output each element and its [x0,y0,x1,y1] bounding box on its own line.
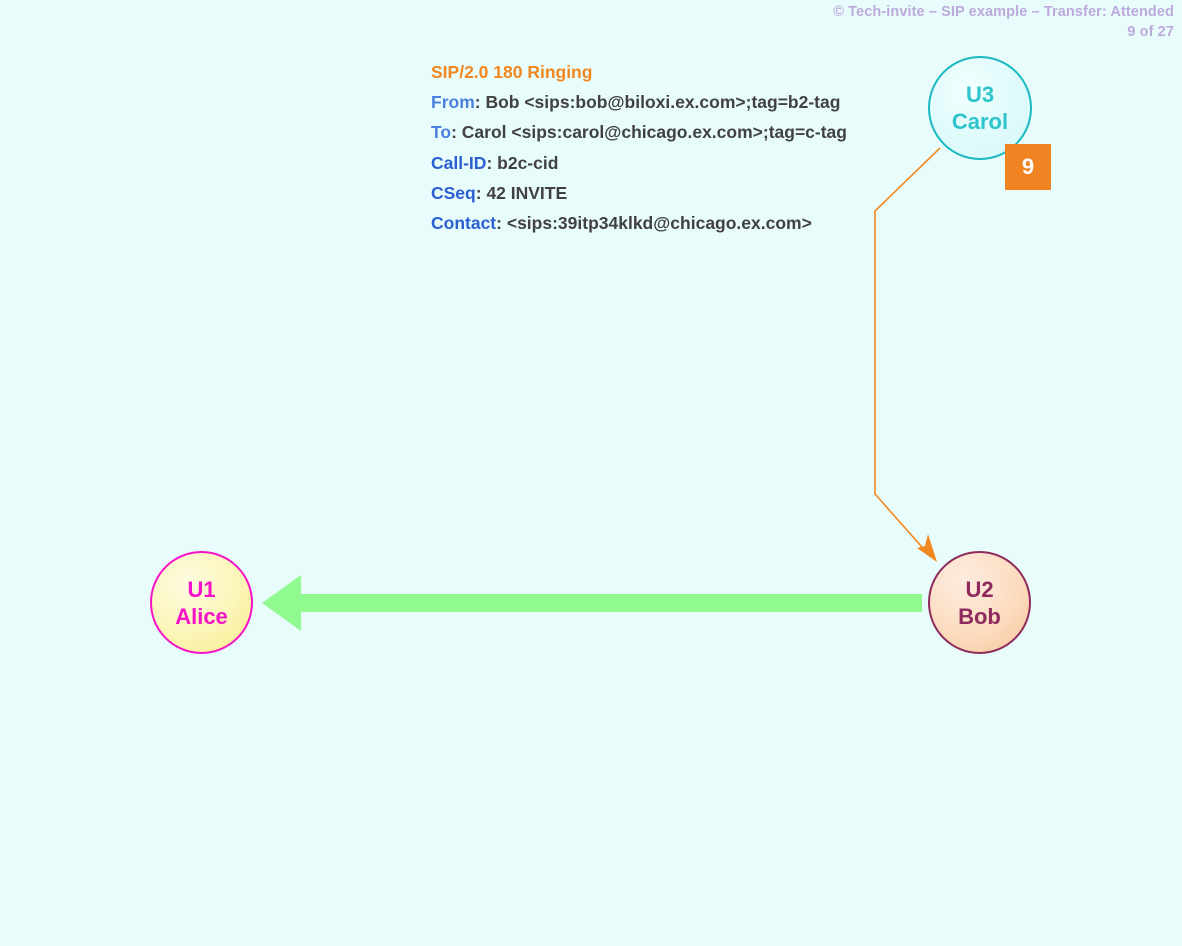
node-alice-id: U1 [187,576,216,602]
node-alice-name: Alice [175,603,228,629]
node-u2-bob[interactable]: U2 Bob [928,551,1031,654]
diagram-canvas: © Tech-invite – SIP example – Transfer: … [0,0,1182,946]
relation-arrow-carol-to-bob [874,147,941,562]
step-number-badge: 9 [1005,144,1051,190]
node-bob-name: Bob [958,603,1001,629]
node-carol-name: Carol [951,109,1009,134]
signal-arrow-bob-to-alice [262,575,922,631]
node-bob-id: U2 [965,576,994,602]
node-u1-alice[interactable]: U1 Alice [150,551,253,654]
node-carol-id: U3 [965,82,995,107]
